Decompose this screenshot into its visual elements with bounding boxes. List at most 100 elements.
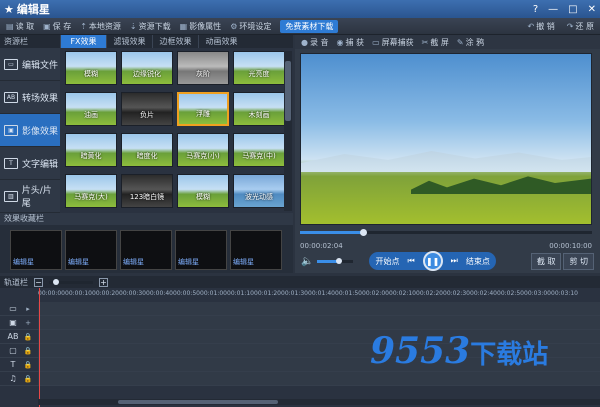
nav-text-edit[interactable]: T 文字编辑 xyxy=(0,147,60,180)
pause-button[interactable]: ❚❚ xyxy=(422,251,443,271)
effect-thumb[interactable]: 边缘锐化 xyxy=(121,51,173,85)
effect-thumb[interactable]: 暗黄化 xyxy=(65,133,117,167)
clip-button[interactable]: 剪 切 xyxy=(563,252,594,270)
nav-edit-file[interactable]: ▭ 编辑文件 xyxy=(0,48,60,81)
nav-transition[interactable]: AB 转场效果 xyxy=(0,81,60,114)
tab-filter[interactable]: 滤镜效果 xyxy=(106,35,152,48)
effect-thumb[interactable]: 模糊 xyxy=(65,51,117,85)
track-lane[interactable] xyxy=(38,302,600,315)
add-icon[interactable]: + xyxy=(21,319,35,327)
help-button[interactable]: ? xyxy=(533,4,538,15)
end-point-button[interactable]: 结束点 xyxy=(466,256,490,267)
video-properties-button[interactable]: ▦ 影像属性 xyxy=(180,21,222,32)
screenshot-button[interactable]: ✂ 截 屏 xyxy=(422,37,449,48)
scrollbar-thumb[interactable] xyxy=(118,400,278,404)
lock-icon[interactable]: 🔒 xyxy=(21,361,35,369)
film-strip-icon: ▭ xyxy=(4,58,18,70)
effect-thumb[interactable]: 暗度化 xyxy=(121,133,173,167)
expand-icon[interactable]: ▸ xyxy=(21,305,35,313)
volume-handle[interactable] xyxy=(336,257,343,264)
current-time: 00:00:02:04 xyxy=(300,242,343,250)
ruler-tick: 00:00:40 xyxy=(146,290,173,297)
favorite-item[interactable]: 编辑星 xyxy=(175,230,227,270)
window-controls: ? — □ ✕ xyxy=(533,4,596,15)
effect-thumb[interactable]: 马赛克(中) xyxy=(233,133,285,167)
tab-border[interactable]: 边框效果 xyxy=(152,35,198,48)
ruler-tick: 00:02:00 xyxy=(362,290,389,297)
favorite-item[interactable]: 编辑星 xyxy=(10,230,62,270)
skip-back-icon[interactable]: ⏮ xyxy=(407,256,414,266)
screen-capture-button[interactable]: ▭ 屏幕捕获 xyxy=(372,37,414,48)
open-button[interactable]: ▤ 读 取 xyxy=(6,21,34,32)
timeline-scrollbar[interactable] xyxy=(38,399,600,405)
undo-icon: ↶ xyxy=(527,21,535,31)
cut-out-button[interactable]: 截 取 xyxy=(530,252,562,270)
effect-scrollbar[interactable] xyxy=(284,51,292,211)
nav-intro-outro[interactable]: ▥ 片头/片尾 xyxy=(0,180,60,213)
playhead[interactable] xyxy=(39,288,40,407)
effect-thumb[interactable]: 负片 xyxy=(121,92,173,126)
save-button[interactable]: ▣ 保 存 xyxy=(43,21,71,32)
local-resource-button[interactable]: ⇡ 本地资源 xyxy=(80,21,121,32)
volume-slider[interactable] xyxy=(317,257,354,264)
track-lane[interactable] xyxy=(38,316,600,329)
effect-thumb-selected[interactable]: 浮雕 xyxy=(177,92,229,126)
zoom-slider[interactable] xyxy=(49,278,93,285)
main-toolbar: ▤ 读 取 ▣ 保 存 ⇡ 本地资源 ⇣ 资源下载 ▦ 影像属性 ⚙ 环境设定 免费素材下载… xyxy=(0,18,600,35)
skip-forward-icon[interactable]: ⏭ xyxy=(451,256,458,266)
start-point-button[interactable]: 开始点 xyxy=(375,256,399,267)
effect-thumb[interactable]: 马赛克(小) xyxy=(177,133,229,167)
effect-thumb[interactable]: 马赛克(大) xyxy=(65,174,117,208)
record-button[interactable]: ● 录 音 xyxy=(301,37,329,48)
film-strip-icon: ▭ xyxy=(9,304,17,313)
undo-button[interactable]: ↶ 撤 销 xyxy=(528,21,555,32)
favorite-item[interactable]: 编辑星 xyxy=(230,230,282,270)
track-lane[interactable] xyxy=(38,372,600,385)
zoom-handle[interactable] xyxy=(53,278,59,285)
seek-handle[interactable] xyxy=(360,229,367,236)
volume-icon[interactable]: 🔈 xyxy=(301,256,313,267)
lock-icon[interactable]: 🔒 xyxy=(21,347,35,355)
ruler-tick: 00:00:00 xyxy=(38,290,65,297)
tab-fx[interactable]: FX效果 xyxy=(60,35,106,48)
capture-button[interactable]: ◉ 捕 获 xyxy=(337,37,365,48)
doodle-button[interactable]: ✎ 涂 鸦 xyxy=(457,37,484,48)
zoom-out-button[interactable]: − xyxy=(34,277,43,287)
timeline-header: 轨道栏 − + xyxy=(0,276,600,288)
effect-thumb[interactable]: 灰阶 xyxy=(177,51,229,85)
timeline-ruler: 00:00:00 00:00:10 00:00:20 00:00:30 00:0… xyxy=(38,290,600,300)
free-download-badge[interactable]: 免费素材下载 xyxy=(280,19,339,33)
ruler-tick: 00:00:50 xyxy=(173,290,200,297)
nav-image-effect[interactable]: ▣ 影像效果 xyxy=(0,114,60,147)
favorites-strip: 编辑星 编辑星 编辑星 编辑星 编辑星 xyxy=(0,225,293,270)
ruler-tick: 00:01:40 xyxy=(308,290,335,297)
seek-bar[interactable] xyxy=(300,229,592,236)
effect-thumb[interactable]: 油画 xyxy=(65,92,117,126)
total-time: 00:00:10:00 xyxy=(549,242,592,250)
lock-icon[interactable]: 🔒 xyxy=(21,375,35,383)
settings-button[interactable]: ⚙ 环境设定 xyxy=(230,21,271,32)
effect-thumb[interactable]: 光亮度 xyxy=(233,51,285,85)
ruler-tick: 00:00:30 xyxy=(119,290,146,297)
redo-button[interactable]: ↷ 还 原 xyxy=(567,21,594,32)
favorite-item[interactable]: 编辑星 xyxy=(120,230,172,270)
maximize-button[interactable]: □ xyxy=(568,4,577,15)
effect-thumb[interactable]: 木刻画 xyxy=(233,92,285,126)
resource-panel: 资源栏 FX效果 滤镜效果 边框效果 动画效果 ▭ 编辑文件 AB 转场效果 ▣ 影像… xyxy=(0,35,293,213)
watermark-number: 9553 xyxy=(370,330,471,372)
effect-thumb[interactable]: 模糊 xyxy=(177,174,229,208)
favorite-item[interactable]: 编辑星 xyxy=(65,230,117,270)
zoom-in-button[interactable]: + xyxy=(99,277,108,287)
pause-icon: ❚❚ xyxy=(425,256,440,266)
hills-shape xyxy=(301,151,591,172)
ab-icon: AB xyxy=(7,332,19,341)
close-button[interactable]: ✕ xyxy=(588,4,596,15)
effect-thumb[interactable]: 123暗白镜 xyxy=(121,174,173,208)
preview-panel: ● 录 音 ◉ 捕 获 ▭ 屏幕捕获 ✂ 截 屏 ✎ 涂 鸦 00:00:02:04 00:… xyxy=(295,35,600,273)
minimize-button[interactable]: — xyxy=(548,4,558,15)
resource-download-button[interactable]: ⇣ 资源下载 xyxy=(130,21,171,32)
scrollbar-thumb[interactable] xyxy=(285,61,291,121)
lock-icon[interactable]: 🔒 xyxy=(21,333,35,341)
effect-thumb[interactable]: 波光动感 xyxy=(233,174,285,208)
tab-animation[interactable]: 动画效果 xyxy=(198,35,244,48)
